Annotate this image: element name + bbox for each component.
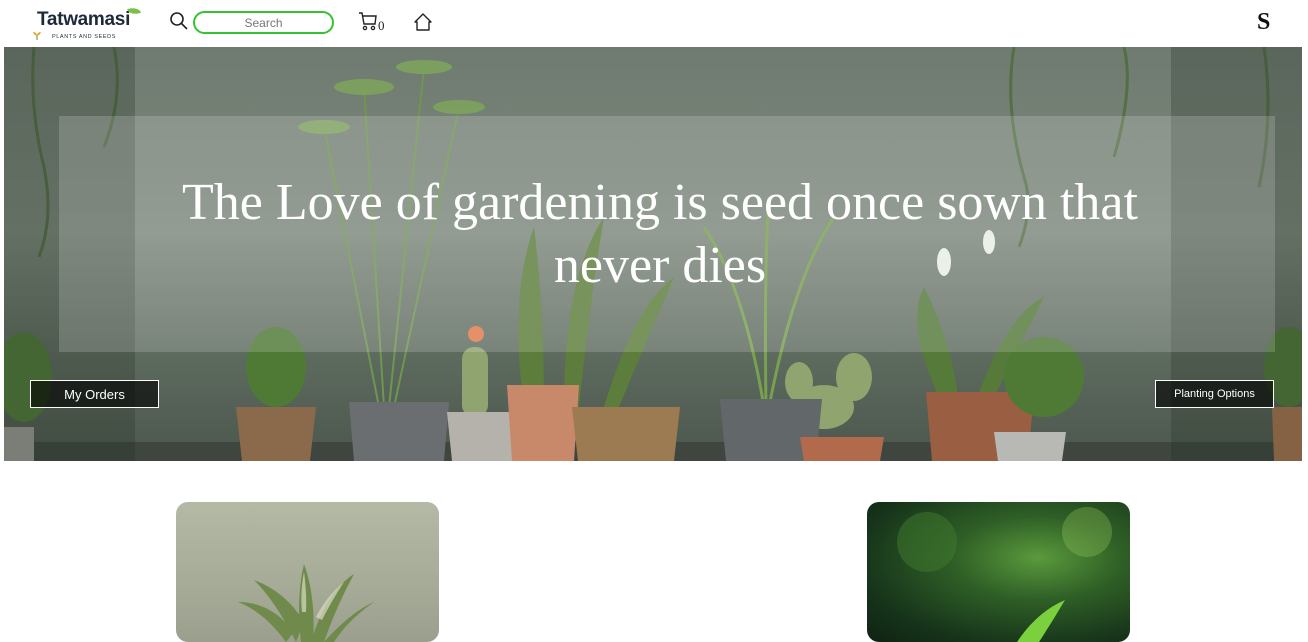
sprout-icon	[33, 32, 41, 40]
cart-icon	[359, 12, 377, 31]
brand-logo[interactable]: Tatwamasi PLANTS AND SEEDS	[30, 5, 146, 44]
cart-count: 0	[378, 18, 385, 33]
brand-tagline: PLANTS AND SEEDS	[52, 34, 117, 40]
top-navbar: Tatwamasi PLANTS AND SEEDS 0 S	[0, 0, 1308, 47]
planting-options-button[interactable]: Planting Options	[1155, 380, 1274, 408]
product-card[interactable]	[867, 502, 1130, 642]
search-input[interactable]	[193, 11, 334, 34]
cart-button[interactable]: 0	[358, 11, 388, 35]
green-leaf-photo	[897, 507, 1112, 642]
snake-plant-photo	[238, 564, 374, 642]
user-avatar[interactable]: S	[1257, 9, 1270, 36]
hero-quote: The Love of gardening is seed once sown …	[182, 174, 1138, 294]
hero-banner: The Love of gardening is seed once sown …	[4, 47, 1302, 461]
product-card[interactable]	[176, 502, 439, 642]
home-icon[interactable]	[413, 12, 433, 32]
search-icon[interactable]	[169, 11, 189, 31]
my-orders-button[interactable]: My Orders	[30, 380, 159, 408]
brand-name: Tatwamasi	[37, 9, 131, 30]
